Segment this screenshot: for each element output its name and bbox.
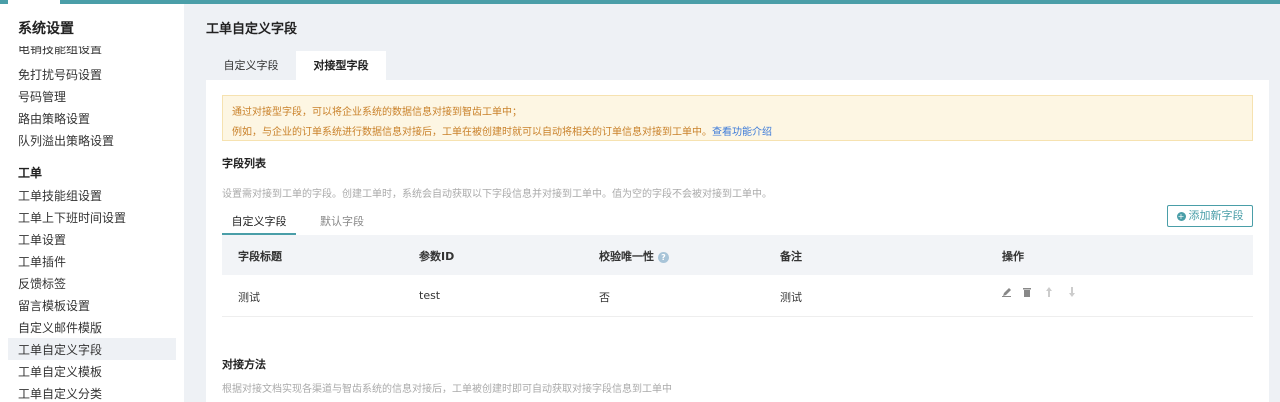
notice-line-2-text: 例如，与企业的订单系统进行数据信息对接后，工单在被创建时就可以自动将相关的订单信… (232, 127, 712, 138)
field-list-description: 设置需对接到工单的字段。创建工单时，系统会自动获取以下字段信息并对接到工单中。值… (222, 189, 772, 200)
sidebar: 电销技能组设置 系统设置 免打扰号码设置 号码管理 路由策略设置 队列溢出策略设… (0, 4, 184, 402)
sidebar-item-dnd-numbers[interactable]: 免打扰号码设置 (18, 66, 102, 83)
field-list-title: 字段列表 (222, 157, 266, 170)
sidebar-item-queue-overflow[interactable]: 队列溢出策略设置 (18, 132, 114, 149)
docking-method-title: 对接方法 (222, 358, 266, 371)
sidebar-item-ticket-skill-group[interactable]: 工单技能组设置 (18, 187, 102, 204)
column-header-unique: 校验唯一性? (599, 248, 669, 264)
trash-icon[interactable] (1022, 287, 1032, 300)
sidebar-item-ticket-custom-templates[interactable]: 工单自定义模板 (18, 363, 102, 380)
sidebar-item-ticket-custom-fields[interactable]: 工单自定义字段 (18, 341, 102, 358)
tab-custom-fields[interactable]: 自定义字段 (206, 51, 296, 80)
cell-unique: 否 (599, 291, 610, 304)
arrow-down-icon[interactable] (1068, 287, 1076, 300)
sidebar-item-feedback-tags[interactable]: 反馈标签 (18, 275, 66, 292)
content-panel: 通过对接型字段，可以将企业系统的数据信息对接到智齿工单中； 例如，与企业的订单系… (206, 80, 1269, 402)
add-field-button[interactable]: + 添加新字段 (1167, 205, 1253, 227)
table-header: 字段标题 参数ID 校验唯一性? 备注 操作 (222, 235, 1253, 275)
tab-docking-fields[interactable]: 对接型字段 (296, 51, 386, 80)
sidebar-header: 系统设置 (0, 4, 184, 46)
add-field-label: 添加新字段 (1188, 209, 1244, 222)
cell-param-id: test (419, 289, 441, 302)
top-accent-bar (0, 0, 1280, 4)
sidebar-item-ticket-plugins[interactable]: 工单插件 (18, 253, 66, 270)
cell-title: 测试 (238, 291, 260, 304)
column-header-param-id: 参数ID (419, 250, 455, 263)
notice-line-2: 例如，与企业的订单系统进行数据信息对接后，工单在被创建时就可以自动将相关的订单信… (232, 123, 772, 138)
sidebar-item-ticket-custom-categories[interactable]: 工单自定义分类 (18, 385, 102, 402)
column-header-actions: 操作 (1002, 250, 1024, 263)
column-header-title: 字段标题 (238, 250, 282, 263)
question-icon[interactable]: ? (658, 252, 669, 263)
subtab-default-fields[interactable]: 默认字段 (320, 213, 364, 229)
column-header-unique-label: 校验唯一性 (599, 250, 654, 263)
sidebar-section-ticket: 工单 (18, 166, 43, 180)
notice-line-1: 通过对接型字段，可以将企业系统的数据信息对接到智齿工单中； (232, 107, 522, 118)
page-title: 工单自定义字段 (206, 22, 298, 37)
table-row: 测试 test 否 测试 (222, 275, 1253, 317)
sidebar-item-message-templates[interactable]: 留言模板设置 (18, 297, 90, 314)
edit-icon[interactable] (1002, 287, 1012, 300)
docking-method-description: 根据对接文档实现各渠道与智齿系统的信息对接后，工单被创建时即可自动获取对接字段信… (222, 384, 672, 395)
subtab-custom-fields[interactable]: 自定义字段 (222, 213, 296, 235)
arrow-up-icon[interactable] (1045, 287, 1053, 300)
cell-remark: 测试 (780, 291, 802, 304)
sidebar-item-ticket-settings[interactable]: 工单设置 (18, 231, 66, 248)
sidebar-item-ticket-work-hours[interactable]: 工单上下班时间设置 (18, 209, 126, 226)
sidebar-item-number-management[interactable]: 号码管理 (18, 88, 66, 105)
sidebar-item-routing-strategy[interactable]: 路由策略设置 (18, 110, 90, 127)
plus-circle-icon: + (1176, 212, 1186, 221)
column-header-remark: 备注 (780, 250, 802, 263)
sidebar-title: 系统设置 (18, 21, 74, 37)
sidebar-item-custom-email-template[interactable]: 自定义邮件模版 (18, 319, 102, 336)
notice-box: 通过对接型字段，可以将企业系统的数据信息对接到智齿工单中； 例如，与企业的订单系… (222, 95, 1253, 141)
feature-intro-link[interactable]: 查看功能介绍 (712, 127, 772, 138)
